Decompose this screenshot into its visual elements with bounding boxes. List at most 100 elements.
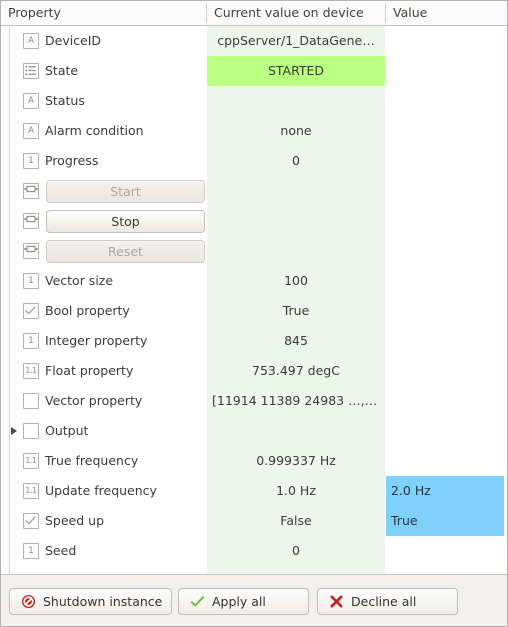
pending-value-cell[interactable] bbox=[386, 386, 506, 416]
property-cell[interactable]: 1.1 True frequency bbox=[1, 446, 207, 476]
pending-value-cell[interactable] bbox=[386, 116, 506, 146]
table-row[interactable]: State STARTED bbox=[1, 56, 507, 86]
property-cell[interactable]: A Status bbox=[1, 86, 207, 116]
current-value-cell: none bbox=[280, 123, 312, 138]
command-type-icon bbox=[23, 183, 39, 199]
property-cell[interactable]: 1 Vector size bbox=[1, 266, 207, 296]
expand-arrow-icon[interactable] bbox=[11, 427, 17, 435]
property-cell[interactable]: Vector property bbox=[1, 386, 207, 416]
property-cell[interactable]: 1 Integer property bbox=[1, 326, 207, 356]
table-row[interactable]: A DeviceID cppServer/1_DataGene… bbox=[1, 26, 507, 56]
table-row[interactable]: 1 Seed 0 bbox=[1, 536, 507, 566]
column-header-value[interactable]: Value bbox=[386, 1, 506, 25]
shutdown-instance-label: Shutdown instance bbox=[43, 594, 163, 609]
table-row[interactable]: 1.1 True frequency 0.999337 Hz bbox=[1, 446, 507, 476]
column-header-property[interactable]: Property bbox=[1, 1, 207, 25]
pending-value-cell[interactable] bbox=[386, 296, 506, 326]
table-row[interactable]: 1.1 Float property 753.497 degC bbox=[1, 356, 507, 386]
table-row[interactable]: A Alarm condition none bbox=[1, 116, 507, 146]
property-cell[interactable]: 1 Progress bbox=[1, 146, 207, 176]
column-header-current-value[interactable]: Current value on device bbox=[207, 1, 385, 25]
device-property-panel: Property Current value on device Value A… bbox=[0, 0, 508, 627]
property-cell[interactable]: A Alarm condition bbox=[1, 116, 207, 146]
table-row[interactable]: Bool property True bbox=[1, 296, 507, 326]
table-row[interactable]: Output bbox=[1, 416, 507, 446]
table-row[interactable]: Start bbox=[1, 176, 507, 206]
property-name: Float property bbox=[45, 363, 134, 378]
pending-value-cell[interactable] bbox=[386, 356, 506, 386]
table-row[interactable]: 1 Progress 0 bbox=[1, 146, 507, 176]
property-name: DeviceID bbox=[45, 33, 102, 48]
current-value-cell bbox=[207, 176, 385, 206]
table-row[interactable]: 1 Integer property 845 bbox=[1, 326, 507, 356]
pending-value-cell[interactable] bbox=[386, 56, 506, 86]
table-row[interactable]: Reset bbox=[1, 236, 507, 266]
property-cell[interactable]: 1.1 Float property bbox=[1, 356, 207, 386]
integer-type-icon: 1 bbox=[23, 273, 39, 289]
pending-value-cell[interactable] bbox=[386, 446, 506, 476]
property-name: Vector size bbox=[45, 273, 114, 288]
pending-value-cell[interactable] bbox=[386, 176, 506, 206]
command-button-stop[interactable]: Stop bbox=[46, 210, 205, 233]
property-cell[interactable]: A DeviceID bbox=[1, 26, 207, 56]
table-row[interactable]: 1.1 Update frequency 1.0 Hz 2.0 Hz bbox=[1, 476, 507, 506]
property-cell[interactable]: Stop bbox=[1, 206, 207, 236]
decline-all-button[interactable]: Decline all bbox=[317, 588, 458, 615]
current-value-cell bbox=[207, 416, 385, 446]
integer-type-icon: 1 bbox=[23, 153, 39, 169]
property-cell[interactable]: Speed up bbox=[1, 506, 207, 536]
pending-value-cell[interactable] bbox=[386, 236, 506, 266]
property-name: True frequency bbox=[45, 453, 139, 468]
property-cell[interactable]: 1 Seed bbox=[1, 536, 207, 566]
float-type-icon: 1.1 bbox=[23, 483, 39, 499]
enum-type-icon bbox=[23, 63, 39, 79]
table-header: Property Current value on device Value bbox=[1, 1, 507, 26]
decline-all-label: Decline all bbox=[351, 594, 417, 609]
table-row[interactable]: 1 Vector size 100 bbox=[1, 266, 507, 296]
pending-value-cell[interactable] bbox=[386, 326, 506, 356]
current-value-cell: 0 bbox=[292, 153, 300, 168]
float-type-icon: 1.1 bbox=[23, 453, 39, 469]
command-type-icon bbox=[23, 213, 39, 229]
current-value-cell: 0.999337 Hz bbox=[256, 453, 336, 468]
current-value-cell: 0 bbox=[292, 543, 300, 558]
cross-icon bbox=[329, 594, 344, 609]
pending-value-cell-selected[interactable]: 2.0 Hz bbox=[386, 476, 504, 506]
current-value-cell: 1.0 Hz bbox=[276, 483, 316, 498]
command-button-reset[interactable]: Reset bbox=[46, 240, 205, 263]
action-toolbar: Shutdown instance Apply all Decline all bbox=[1, 574, 507, 626]
current-value-cell bbox=[207, 236, 385, 266]
pending-value-cell[interactable] bbox=[386, 86, 506, 116]
property-name: Bool property bbox=[45, 303, 130, 318]
integer-type-icon: 1 bbox=[23, 333, 39, 349]
table-row[interactable]: Stop bbox=[1, 206, 507, 236]
pending-value-cell[interactable] bbox=[386, 266, 506, 296]
property-cell[interactable]: Output bbox=[1, 416, 207, 446]
pending-value-cell[interactable] bbox=[386, 26, 506, 56]
command-button-start[interactable]: Start bbox=[46, 180, 205, 203]
property-cell[interactable]: Bool property bbox=[1, 296, 207, 326]
table-row[interactable]: Vector property [11914 11389 24983 …,… bbox=[1, 386, 507, 416]
property-cell[interactable]: Start bbox=[1, 176, 207, 206]
property-cell[interactable]: 1.1 Update frequency bbox=[1, 476, 207, 506]
vector-type-icon bbox=[23, 423, 39, 439]
shutdown-instance-button[interactable]: Shutdown instance bbox=[9, 588, 172, 615]
pending-value-cell-selected[interactable]: True bbox=[386, 506, 504, 536]
pending-value-cell[interactable] bbox=[386, 146, 506, 176]
bool-type-icon bbox=[23, 513, 39, 529]
table-row[interactable]: A Status bbox=[1, 86, 507, 116]
pending-value-cell[interactable] bbox=[386, 416, 506, 446]
apply-all-button[interactable]: Apply all bbox=[178, 588, 309, 615]
property-name: Status bbox=[45, 93, 85, 108]
pending-value-cell[interactable] bbox=[386, 536, 506, 566]
current-value-cell: [11914 11389 24983 …,… bbox=[212, 393, 378, 408]
property-cell[interactable]: Reset bbox=[1, 236, 207, 266]
current-value-cell: 753.497 degC bbox=[252, 363, 340, 378]
property-name: State bbox=[45, 63, 79, 78]
property-name: Output bbox=[45, 423, 89, 438]
integer-type-icon: 1 bbox=[23, 543, 39, 559]
property-cell[interactable]: State bbox=[1, 56, 207, 86]
vector-type-icon bbox=[23, 393, 39, 409]
table-row[interactable]: Speed up False True bbox=[1, 506, 507, 536]
pending-value-cell[interactable] bbox=[386, 206, 506, 236]
